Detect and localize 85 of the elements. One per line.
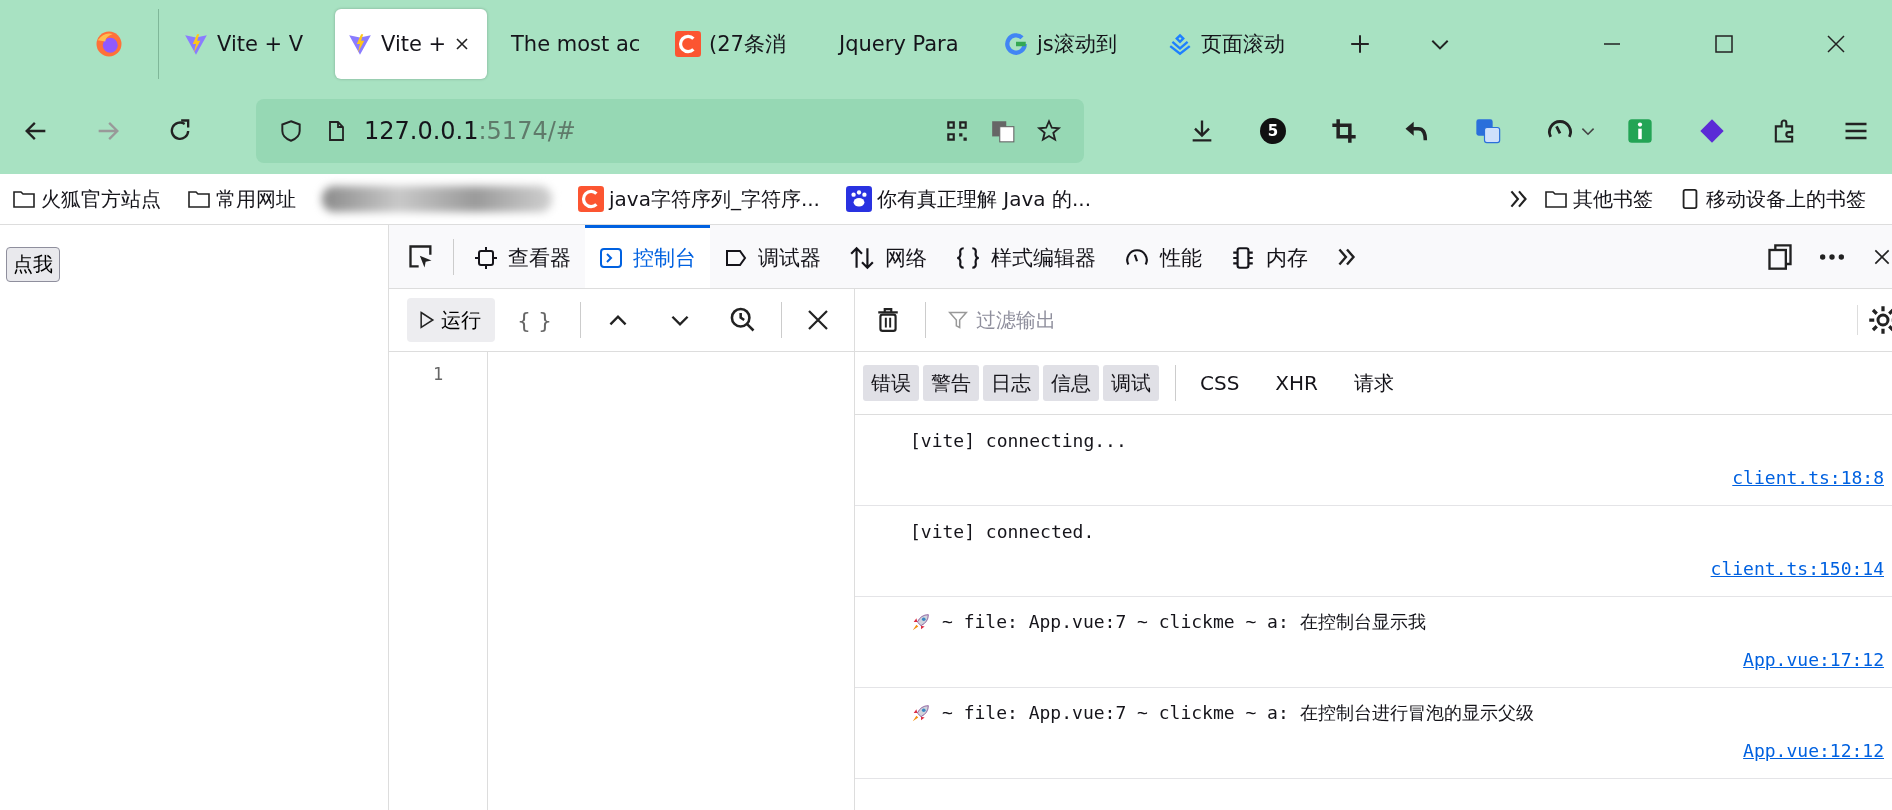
bookmark[interactable]: 常用网址 [187, 185, 296, 213]
tab-title: (27条消 [709, 31, 786, 58]
log-level-toggle[interactable]: 信息 [1043, 365, 1099, 401]
source-link[interactable]: client.ts:18:8 [1732, 467, 1884, 488]
braces-icon [955, 245, 981, 271]
source-link[interactable]: client.ts:150:14 [1710, 558, 1884, 579]
category-toggle[interactable]: XHR [1267, 365, 1326, 401]
devtools-tab[interactable]: 样式编辑器 [941, 225, 1110, 288]
crop-icon[interactable] [1330, 117, 1358, 145]
star-icon[interactable] [1036, 118, 1062, 144]
extension-badge[interactable]: 5 [1260, 118, 1286, 144]
line-number: 1 [432, 364, 444, 384]
log-level-toggle[interactable]: 错误 [863, 365, 919, 401]
tab-title: js滚动到 [1037, 31, 1117, 58]
element-picker-icon[interactable] [407, 242, 435, 271]
url-text: 127.0.0.1:5174/# [364, 117, 576, 145]
category-toggle[interactable]: CSS [1192, 365, 1248, 401]
address-bar[interactable]: 127.0.0.1:5174/# [256, 99, 1084, 163]
browser-tab[interactable]: 页面滚动 [1155, 9, 1307, 79]
settings-icon[interactable] [1857, 305, 1892, 335]
lightning-bolt-icon [347, 31, 373, 57]
history-search-icon[interactable] [729, 306, 757, 334]
click-me-button[interactable]: 点我 [6, 247, 60, 282]
devtools-tab[interactable]: 网络 [835, 225, 941, 288]
funnel-icon [948, 310, 968, 330]
pretty-print-button[interactable]: { } [517, 307, 552, 333]
tab-title: Jquery Para [839, 32, 959, 56]
log-message: ~ file: App.vue:7 ~ clickme ~ a: 在控制台进行冒泡的显示父级 [942, 701, 1534, 725]
devtools-tab[interactable]: 性能 [1110, 225, 1216, 288]
close-icon[interactable] [454, 36, 471, 52]
browser-tab[interactable]: Jquery Para [827, 9, 979, 79]
log-level-toggle[interactable]: 调试 [1103, 365, 1159, 401]
close-icon[interactable] [806, 308, 830, 332]
category-toggle[interactable]: 请求 [1346, 365, 1402, 401]
filter-field[interactable]: 过滤输出 [974, 307, 1278, 333]
lightning-bolt-icon [183, 31, 209, 57]
translate-icon[interactable] [990, 118, 1016, 144]
tab-title: 页面滚动 [1201, 31, 1285, 58]
bookmark[interactable]: 其他书签 [1544, 185, 1653, 213]
log-level-toggle[interactable]: 警告 [923, 365, 979, 401]
rocket-icon [910, 611, 932, 633]
browser-tab[interactable]: (27条消 [663, 9, 815, 79]
bookmark-label: 常用网址 [216, 185, 296, 213]
stacked-chevrons-icon [1167, 31, 1193, 57]
google-g-icon [1003, 31, 1029, 57]
log-level-toggle[interactable]: 日志 [983, 365, 1039, 401]
console-icon [599, 246, 623, 270]
translate-icon[interactable] [1474, 117, 1502, 145]
chip-icon [474, 246, 498, 270]
devtools-tab[interactable]: 内存 [1216, 225, 1322, 288]
run-button[interactable]: 运行 [407, 298, 495, 342]
log-message: [vite] connected. [910, 520, 1095, 542]
log-message: ~ file: App.vue:7 ~ clickme ~ a: 在控制台显示我 [942, 610, 1426, 634]
qr-code-icon[interactable] [944, 118, 970, 144]
source-link[interactable]: App.vue:17:12 [1743, 649, 1884, 670]
diamond-icon[interactable] [1698, 117, 1726, 145]
firefox-icon[interactable] [94, 29, 124, 59]
letter-c-icon [675, 31, 701, 57]
memory-chip-icon [1230, 245, 1256, 271]
up-down-arrows-icon [849, 245, 875, 271]
devtools-tab[interactable]: 查看器 [460, 225, 585, 288]
trash-icon[interactable] [875, 306, 901, 334]
devtools-tab[interactable]: 控制台 [585, 225, 710, 288]
new-tab-icon[interactable] [1349, 33, 1371, 55]
letter-c-icon [578, 186, 604, 212]
tab-title: Vite + [381, 32, 447, 56]
browser-tab[interactable]: js滚动到 [991, 9, 1143, 79]
close-icon[interactable] [1826, 34, 1846, 54]
log-message: [vite] connecting... [910, 429, 1127, 451]
tab-title: Vite + V [217, 32, 304, 56]
info-icon[interactable] [1626, 117, 1654, 145]
bookmark-label: 火狐官方站点 [41, 185, 161, 213]
dock-side-icon[interactable] [1766, 242, 1794, 271]
bookmark[interactable]: 火狐官方站点 [12, 185, 161, 213]
devtools-tab[interactable]: 调试器 [710, 225, 835, 288]
paw-icon [846, 186, 872, 212]
browser-tab[interactable]: Vite + V [171, 9, 323, 79]
shield-icon[interactable] [278, 118, 304, 144]
rocket-icon [910, 702, 932, 724]
tab-title: The most ac [511, 32, 641, 56]
source-link[interactable]: App.vue:12:12 [1743, 740, 1884, 761]
bookmark-label: 其他书签 [1573, 185, 1653, 213]
browser-tab[interactable]: Vite + [335, 9, 487, 79]
browser-tab[interactable]: The most ac [499, 9, 651, 79]
maximize-icon[interactable] [1714, 34, 1734, 54]
